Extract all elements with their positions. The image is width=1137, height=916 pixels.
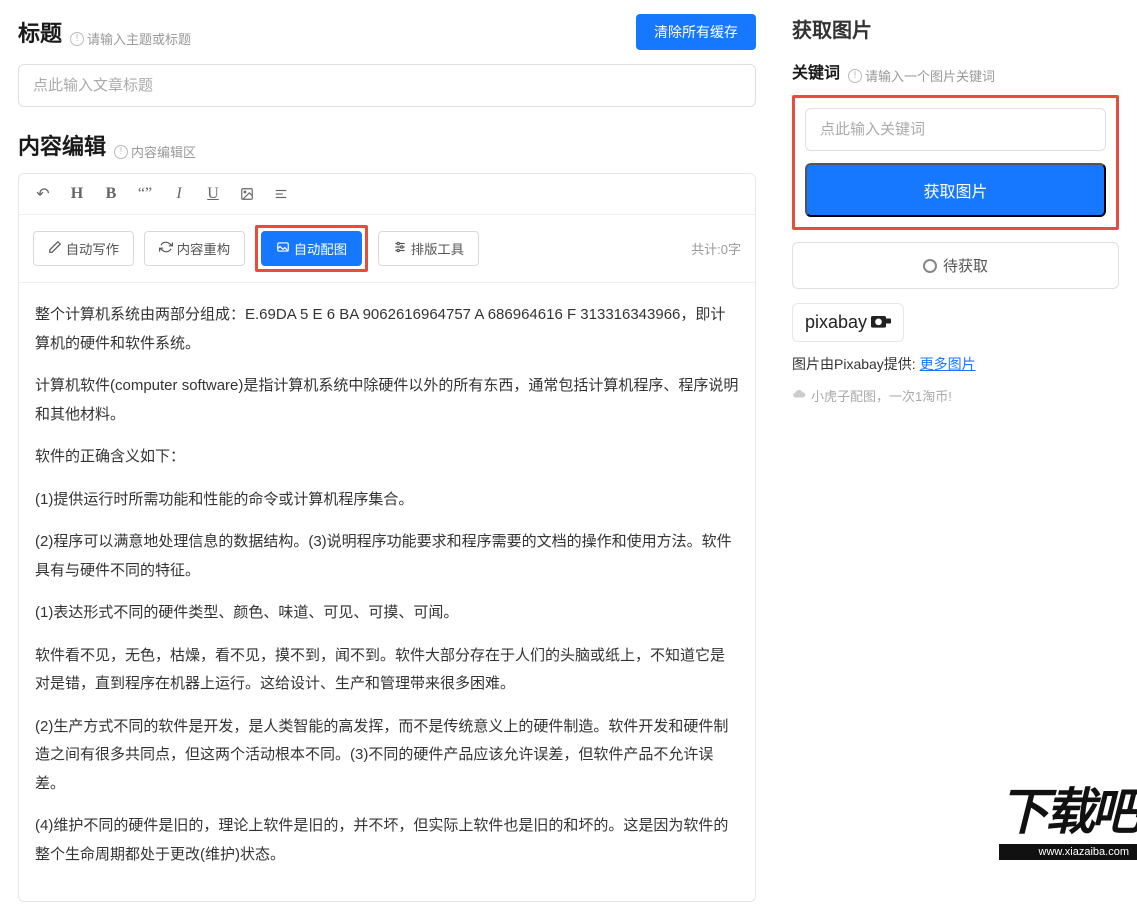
more-images-link[interactable]: 更多图片	[920, 356, 976, 372]
undo-icon[interactable]: ↶	[33, 184, 53, 204]
keyword-label: 关键词	[792, 59, 840, 83]
pencil-icon	[48, 242, 62, 257]
fetch-image-button[interactable]: 获取图片	[805, 163, 1106, 217]
keyword-header: 关键词 ! 请输入一个图片关键词	[792, 59, 1119, 85]
sidebar-title: 获取图片	[792, 14, 1119, 43]
paragraph: 整个计算机系统由两部分组成：E.69DA 5 E 6 BA 9062616964…	[35, 301, 739, 358]
italic-icon[interactable]: I	[169, 185, 189, 203]
info-icon: !	[848, 69, 862, 83]
title-hint: ! 请输入主题或标题	[70, 29, 191, 48]
paragraph: (1)提供运行时所需功能和性能的命令或计算机程序集合。	[35, 486, 739, 515]
paragraph: (2)程序可以满意地处理信息的数据结构。(3)说明程序功能要求和程序需要的文档的…	[35, 528, 739, 585]
info-icon: !	[70, 32, 84, 46]
loading-ring-icon	[923, 259, 937, 273]
keyword-input[interactable]	[805, 108, 1106, 151]
restructure-button[interactable]: 内容重构	[144, 231, 245, 266]
camera-icon	[871, 312, 891, 333]
pixabay-badge: pixabay	[792, 303, 904, 342]
info-icon: !	[114, 145, 128, 159]
auto-image-highlight: 自动配图	[255, 225, 368, 272]
article-title-input[interactable]	[18, 64, 756, 107]
paragraph: (1)表达形式不同的硬件类型、颜色、味道、可见、可摸、可闻。	[35, 599, 739, 628]
keyword-hint: ! 请输入一个图片关键词	[848, 66, 995, 85]
paragraph: 软件的正确含义如下：	[35, 443, 739, 472]
content-header: 内容编辑 ! 内容编辑区	[18, 129, 756, 161]
paragraph: (2)生产方式不同的软件是开发，是人类智能的高发挥，而不是传统意义上的硬件制造。…	[35, 713, 739, 799]
layout-tool-button[interactable]: 排版工具	[378, 231, 479, 266]
provider-info: 图片由Pixabay提供: 更多图片	[792, 354, 1119, 374]
editor-body[interactable]: 整个计算机系统由两部分组成：E.69DA 5 E 6 BA 9062616964…	[19, 283, 755, 901]
underline-icon[interactable]: U	[203, 185, 223, 203]
image-icon[interactable]	[237, 187, 257, 201]
content-hint: ! 内容编辑区	[114, 142, 196, 161]
format-toolbar: ↶ H B “” I U	[19, 174, 755, 215]
quote-icon[interactable]: “”	[135, 185, 155, 203]
clear-cache-button[interactable]: 清除所有缓存	[636, 14, 756, 50]
paragraph: (4)维护不同的硬件是旧的，理论上软件是旧的，并不坏，但实际上软件也是旧的和坏的…	[35, 812, 739, 869]
picture-icon	[276, 242, 290, 257]
image-fetch-panel: 获取图片 关键词 ! 请输入一个图片关键词 获取图片 待获取 pixabay 图…	[774, 0, 1137, 916]
settings-icon	[393, 242, 407, 257]
align-icon[interactable]	[271, 187, 291, 201]
cost-hint: 小虎子配图，一次1淘币!	[792, 386, 1119, 405]
heading-icon[interactable]: H	[67, 185, 87, 203]
title-label: 标题	[18, 16, 62, 48]
auto-write-button[interactable]: 自动写作	[33, 231, 134, 266]
refresh-icon	[159, 242, 173, 257]
editor-container: ↶ H B “” I U 自动写作	[18, 173, 756, 902]
char-count: 共计:0字	[691, 239, 741, 258]
paragraph: 软件看不见，无色，枯燥，看不见，摸不到，闻不到。软件大部分存在于人们的头脑或纸上…	[35, 642, 739, 699]
paragraph: 计算机软件(computer software)是指计算机系统中除硬件以外的所有…	[35, 372, 739, 429]
keyword-input-highlight: 获取图片	[792, 95, 1119, 230]
cloud-icon	[792, 387, 806, 404]
fetch-status[interactable]: 待获取	[792, 242, 1119, 289]
content-label: 内容编辑	[18, 129, 106, 161]
title-header: 标题 ! 请输入主题或标题 清除所有缓存	[18, 14, 756, 50]
bold-icon[interactable]: B	[101, 185, 121, 203]
auto-image-button[interactable]: 自动配图	[261, 231, 362, 266]
main-editor-panel: 标题 ! 请输入主题或标题 清除所有缓存 内容编辑 ! 内容编辑区 ↶	[0, 0, 774, 916]
action-toolbar: 自动写作 内容重构 自动配图 排版工具	[19, 215, 755, 283]
